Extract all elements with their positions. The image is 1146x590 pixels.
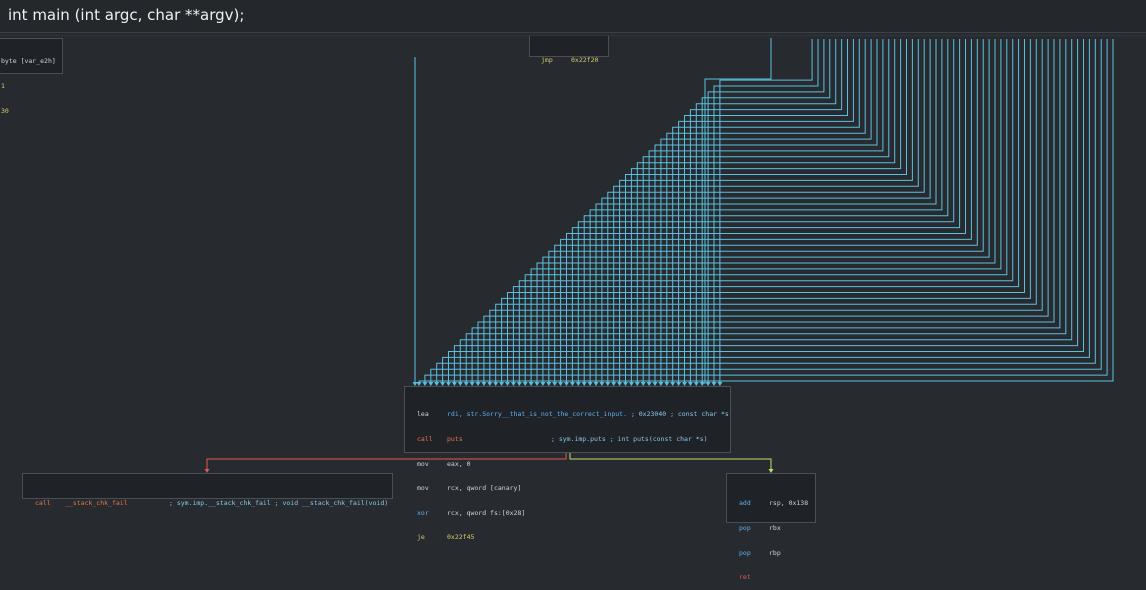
cfg-edge <box>613 39 919 384</box>
cfg-edge <box>577 39 955 384</box>
instruction-mnemonic: ret <box>739 573 751 582</box>
instruction-operand: rbx <box>769 524 781 532</box>
cfg-edge <box>459 39 1073 384</box>
cfg-edge <box>483 39 1049 384</box>
instruction-row[interactable]: call __stack_chk_fail ; sym.imp.__stack_ch… <box>35 499 392 507</box>
block-line: byte [var_e2h] <box>1 57 56 66</box>
instruction-row[interactable]: pop rbp <box>739 549 815 557</box>
code-block-stack-chk-fail[interactable]: call __stack_chk_fail ; sym.imp.__stack_ch… <box>22 473 393 507</box>
instruction-row[interactable]: add rsp, 0x138 <box>739 499 815 507</box>
cfg-edge <box>524 39 1008 384</box>
instruction-operand: rbp <box>769 548 781 557</box>
instruction-row[interactable]: pop rbx <box>739 524 815 532</box>
instruction-mnemonic: call <box>35 499 51 508</box>
instruction-row[interactable]: ret <box>739 573 815 581</box>
cfg-edge <box>601 39 931 384</box>
cfg-edge <box>719 39 813 384</box>
instruction-row[interactable]: mov rcx, qword [canary] <box>417 484 730 492</box>
instruction-comment: ; sym.imp.__stack_chk_fail ; void __stac… <box>169 499 389 508</box>
cfg-edge <box>536 39 996 384</box>
cfg-edge <box>636 39 896 384</box>
operand-text: rsp, 0x138 <box>769 499 809 508</box>
cfg-edge <box>654 39 878 384</box>
cfg-edge <box>701 39 831 384</box>
instruction-operand: rsp, 0x138 <box>769 499 808 507</box>
instruction-operand: eax, 0 <box>447 459 471 468</box>
instruction-comment: ; 0x23040 ; const char *s <box>630 410 729 419</box>
instruction-mnemonic: mov <box>417 459 429 468</box>
cfg-edge <box>642 39 890 384</box>
instruction-mnemonic: lea <box>417 410 429 419</box>
cfg-edge <box>704 38 772 384</box>
instruction-row[interactable]: je 0x22f45 <box>417 533 730 541</box>
cfg-edge <box>554 39 978 384</box>
cfg-edge <box>595 39 937 384</box>
cfg-edge <box>518 39 1014 384</box>
instruction-operand: rcx, qword fs:[0x28] <box>447 508 526 517</box>
code-block-top-left[interactable]: byte [var_e2h] 1 30 <box>0 38 63 115</box>
instruction-mnemonic: pop <box>739 548 751 557</box>
cfg-edge <box>689 39 843 384</box>
cfg-edge <box>571 39 961 384</box>
cfg-edge <box>713 39 819 384</box>
instruction-mnemonic: call <box>417 435 433 443</box>
cfg-edge <box>660 39 872 384</box>
cfg-edge <box>672 39 860 384</box>
cfg-edge <box>436 39 1096 384</box>
instruction-operand: 0x22f45 <box>447 533 475 542</box>
instruction-mnemonic: jmp <box>541 56 553 65</box>
instruction-mnemonic: mov <box>417 484 429 493</box>
cfg-edge <box>442 39 1090 384</box>
cfg-edge <box>560 39 972 384</box>
instruction-operand: rcx, qword [canary] <box>447 484 522 493</box>
cfg-edge <box>465 39 1067 384</box>
cfg-edge <box>619 39 913 384</box>
code-block-top-center[interactable]: jmp 0x22f20 <box>529 36 609 64</box>
instruction-operand: rdi, str.Sorry__that_is_not_the_correct_… <box>447 410 628 419</box>
cfg-edge <box>448 39 1084 384</box>
instruction-operand: __stack_chk_fail <box>65 499 128 508</box>
block-line: 30 <box>1 106 9 115</box>
instruction-mnemonic: je <box>417 533 425 542</box>
cfg-edge <box>424 39 1108 384</box>
cfg-edge <box>583 39 949 384</box>
code-block-return[interactable]: add rsp, 0x138 pop rbx pop rbp ret <box>726 473 816 581</box>
cfg-edge <box>542 39 990 384</box>
instruction-row[interactable]: xor rcx, qword fs:[0x28] <box>417 509 730 517</box>
code-block-main[interactable]: lea rdi, str.Sorry__that_is_not_the_corre… <box>404 386 731 541</box>
cfg-edge <box>418 39 1114 384</box>
cfg-edge <box>477 39 1055 384</box>
cfg-edge <box>630 39 902 384</box>
cfg-edge <box>507 39 1025 384</box>
instruction-row[interactable]: call puts ; sym.imp.puts ; int puts(const … <box>417 435 730 443</box>
instruction-row[interactable]: lea rdi, str.Sorry__that_is_not_the_corre… <box>417 410 730 418</box>
cfg-edge <box>501 39 1031 384</box>
cfg-edge <box>453 39 1079 384</box>
cfg-edge <box>625 39 907 384</box>
instruction-comment: ; sym.imp.puts ; int puts(const char *s) <box>551 435 708 443</box>
cfg-edge <box>566 39 966 384</box>
instruction-mnemonic: pop <box>739 524 751 532</box>
cfg-edge <box>695 39 837 384</box>
cfg-edge <box>684 39 848 384</box>
cfg-edge <box>512 39 1020 384</box>
instruction-mnemonic: add <box>739 499 751 508</box>
block-line: 1 <box>1 82 5 90</box>
cfg-edge <box>707 39 825 384</box>
instruction-row[interactable]: mov eax, 0 <box>417 460 730 468</box>
instruction-operand: puts <box>447 435 463 443</box>
cfg-edge <box>495 39 1037 384</box>
instruction-mnemonic: xor <box>417 508 429 517</box>
instruction-operand: 0x22f20 <box>571 56 599 65</box>
